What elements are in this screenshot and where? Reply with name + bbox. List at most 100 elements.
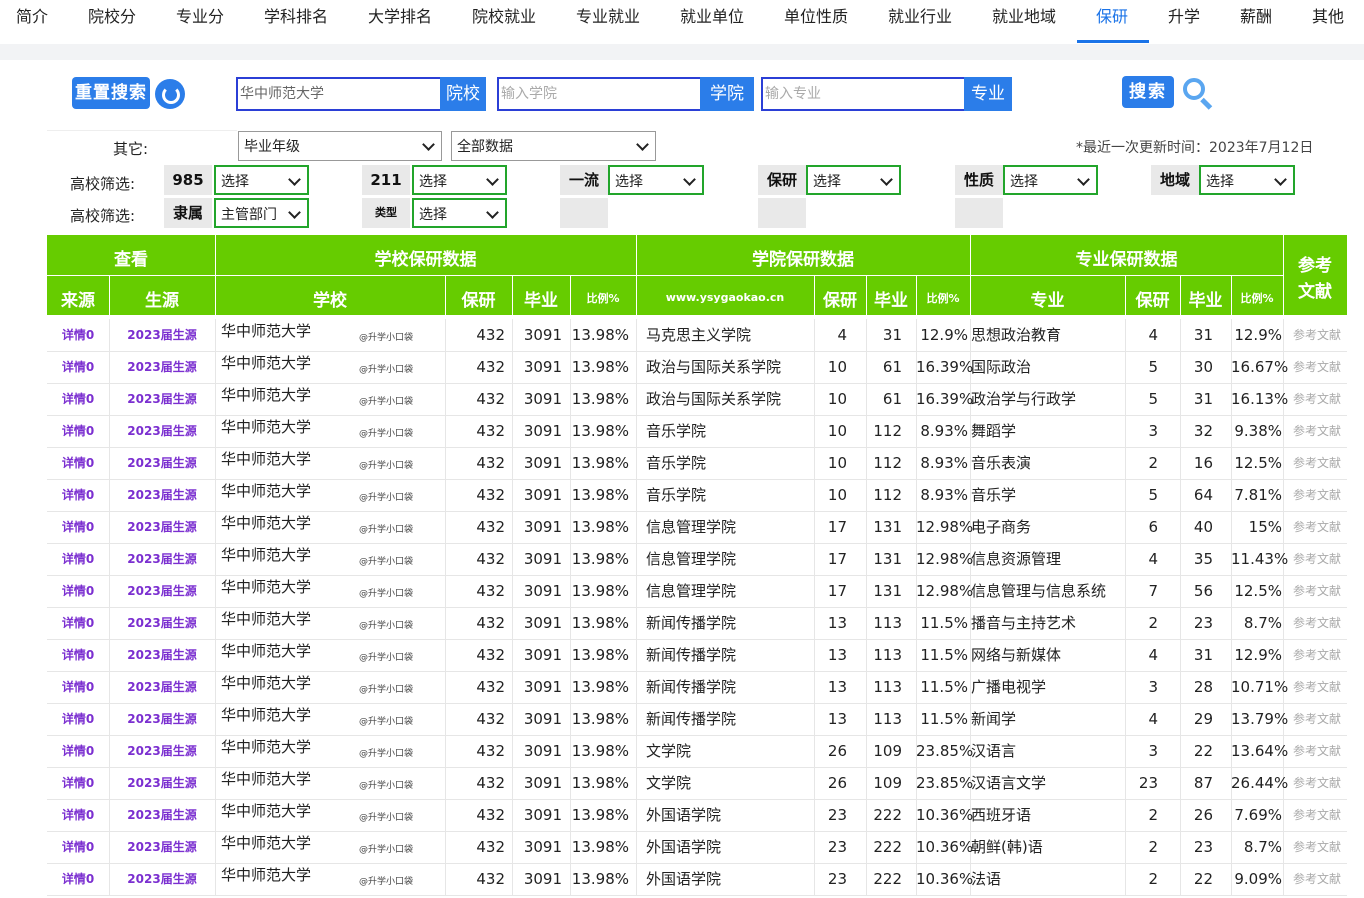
nav-tab[interactable]: 其他 bbox=[1312, 6, 1344, 28]
refresh-icon[interactable] bbox=[155, 79, 185, 109]
reset-search-button[interactable]: 重置搜索 bbox=[72, 77, 150, 109]
reference-link[interactable]: 参考文献 bbox=[1287, 831, 1347, 863]
student-year-link[interactable]: 2023届生源 bbox=[109, 479, 215, 511]
data-scope-select[interactable]: 全部数据 bbox=[451, 131, 656, 161]
nav-tab[interactable]: 专业分 bbox=[176, 6, 224, 28]
detail-link[interactable]: 详情0 bbox=[47, 351, 109, 383]
detail-link[interactable]: 详情0 bbox=[47, 575, 109, 607]
major-grad-count: 31 bbox=[1193, 390, 1213, 408]
nav-tab[interactable]: 院校就业 bbox=[472, 6, 536, 28]
select-nature[interactable]: 选择 bbox=[1003, 165, 1098, 195]
reference-link[interactable]: 参考文献 bbox=[1287, 479, 1347, 511]
student-year-link[interactable]: 2023届生源 bbox=[109, 607, 215, 639]
reference-link[interactable]: 参考文献 bbox=[1287, 863, 1347, 895]
detail-link[interactable]: 详情0 bbox=[47, 703, 109, 735]
nav-tab[interactable]: 专业就业 bbox=[576, 6, 640, 28]
school-search-input[interactable]: 华中师范大学 bbox=[236, 77, 442, 111]
student-year-link[interactable]: 2023届生源 bbox=[109, 447, 215, 479]
grad-year-select[interactable]: 毕业年级 bbox=[238, 131, 442, 161]
select-baoyan[interactable]: 选择 bbox=[806, 165, 901, 195]
detail-link[interactable]: 详情0 bbox=[47, 607, 109, 639]
student-year-link[interactable]: 2023届生源 bbox=[109, 799, 215, 831]
select-type[interactable]: 选择 bbox=[412, 198, 507, 228]
nav-tab[interactable]: 就业地域 bbox=[992, 6, 1056, 28]
student-year-link[interactable]: 2023届生源 bbox=[109, 863, 215, 895]
search-icon[interactable] bbox=[1183, 78, 1205, 100]
reference-link[interactable]: 参考文献 bbox=[1287, 511, 1347, 543]
reference-link[interactable]: 参考文献 bbox=[1287, 735, 1347, 767]
student-year-link[interactable]: 2023届生源 bbox=[109, 511, 215, 543]
major-search-input[interactable]: 输入专业 bbox=[761, 77, 966, 111]
detail-link[interactable]: 详情0 bbox=[47, 639, 109, 671]
college-baoyan-count: 10 bbox=[827, 486, 847, 504]
reference-link[interactable]: 参考文献 bbox=[1287, 383, 1347, 415]
select-baoyan-value: 选择 bbox=[813, 174, 841, 190]
student-year-link[interactable]: 2023届生源 bbox=[109, 575, 215, 607]
nav-tab[interactable]: 单位性质 bbox=[784, 6, 848, 28]
student-year-link[interactable]: 2023届生源 bbox=[109, 319, 215, 351]
nav-tab[interactable]: 简介 bbox=[16, 6, 48, 28]
nav-tab[interactable]: 薪酬 bbox=[1240, 6, 1272, 28]
col-major-baoyan: 保研 bbox=[1135, 291, 1170, 311]
student-year-link[interactable]: 2023届生源 bbox=[109, 767, 215, 799]
student-year-link[interactable]: 2023届生源 bbox=[109, 831, 215, 863]
select-211[interactable]: 选择 bbox=[412, 165, 507, 195]
reference-link[interactable]: 参考文献 bbox=[1287, 767, 1347, 799]
select-region[interactable]: 选择 bbox=[1199, 165, 1295, 195]
detail-link[interactable]: 详情0 bbox=[47, 831, 109, 863]
nav-tab[interactable]: 保研 bbox=[1096, 6, 1128, 28]
select-affiliation[interactable]: 主管部门 bbox=[214, 198, 309, 228]
student-year-link[interactable]: 2023届生源 bbox=[109, 351, 215, 383]
select-985[interactable]: 选择 bbox=[214, 165, 309, 195]
college-search-input[interactable]: 输入学院 bbox=[497, 77, 702, 111]
major-ratio: 7.81% bbox=[1234, 486, 1282, 504]
college-name: 政治与国际关系学院 bbox=[646, 390, 782, 408]
detail-link[interactable]: 详情0 bbox=[47, 767, 109, 799]
student-year-link[interactable]: 2023届生源 bbox=[109, 543, 215, 575]
nav-tab[interactable]: 升学 bbox=[1168, 6, 1200, 28]
detail-link[interactable]: 详情0 bbox=[47, 799, 109, 831]
reference-link[interactable]: 参考文献 bbox=[1287, 447, 1347, 479]
major-search-button[interactable]: 专业 bbox=[964, 77, 1012, 111]
nav-tab[interactable]: 就业行业 bbox=[888, 6, 952, 28]
reference-link[interactable]: 参考文献 bbox=[1287, 415, 1347, 447]
detail-link[interactable]: 详情0 bbox=[47, 511, 109, 543]
detail-link[interactable]: 详情0 bbox=[47, 543, 109, 575]
detail-link[interactable]: 详情0 bbox=[47, 447, 109, 479]
reference-link[interactable]: 参考文献 bbox=[1287, 543, 1347, 575]
school-search-button[interactable]: 院校 bbox=[440, 77, 486, 111]
major-grad-count: 26 bbox=[1193, 806, 1213, 824]
reference-link[interactable]: 参考文献 bbox=[1287, 799, 1347, 831]
select-first-class[interactable]: 选择 bbox=[608, 165, 704, 195]
detail-link[interactable]: 详情0 bbox=[47, 415, 109, 447]
student-year-link[interactable]: 2023届生源 bbox=[109, 703, 215, 735]
student-year-link[interactable]: 2023届生源 bbox=[109, 415, 215, 447]
student-year-link[interactable]: 2023届生源 bbox=[109, 639, 215, 671]
reference-link[interactable]: 参考文献 bbox=[1287, 575, 1347, 607]
detail-link[interactable]: 详情0 bbox=[47, 671, 109, 703]
nav-tab[interactable]: 学科排名 bbox=[264, 6, 328, 28]
col-student: 生源 bbox=[145, 291, 179, 311]
student-year-link[interactable]: 2023届生源 bbox=[109, 671, 215, 703]
search-button[interactable]: 搜索 bbox=[1122, 76, 1174, 108]
student-year-link[interactable]: 2023届生源 bbox=[109, 383, 215, 415]
nav-tab[interactable]: 院校分 bbox=[88, 6, 136, 28]
reference-link[interactable]: 参考文献 bbox=[1287, 351, 1347, 383]
reference-link[interactable]: 参考文献 bbox=[1287, 319, 1347, 351]
nav-tab[interactable]: 就业单位 bbox=[680, 6, 744, 28]
school-name: 华中师范大学 bbox=[221, 578, 312, 596]
reference-link[interactable]: 参考文献 bbox=[1287, 607, 1347, 639]
select-211-value: 选择 bbox=[419, 174, 447, 190]
detail-link[interactable]: 详情0 bbox=[47, 863, 109, 895]
student-year-link[interactable]: 2023届生源 bbox=[109, 735, 215, 767]
detail-link[interactable]: 详情0 bbox=[47, 735, 109, 767]
reference-link[interactable]: 参考文献 bbox=[1287, 703, 1347, 735]
detail-link[interactable]: 详情0 bbox=[47, 479, 109, 511]
reference-link[interactable]: 参考文献 bbox=[1287, 671, 1347, 703]
detail-link[interactable]: 详情0 bbox=[47, 383, 109, 415]
reference-link[interactable]: 参考文献 bbox=[1287, 639, 1347, 671]
major-baoyan-count: 2 bbox=[1148, 614, 1158, 632]
college-search-button[interactable]: 学院 bbox=[700, 77, 754, 111]
nav-tab[interactable]: 大学排名 bbox=[368, 6, 432, 28]
detail-link[interactable]: 详情0 bbox=[47, 319, 109, 351]
